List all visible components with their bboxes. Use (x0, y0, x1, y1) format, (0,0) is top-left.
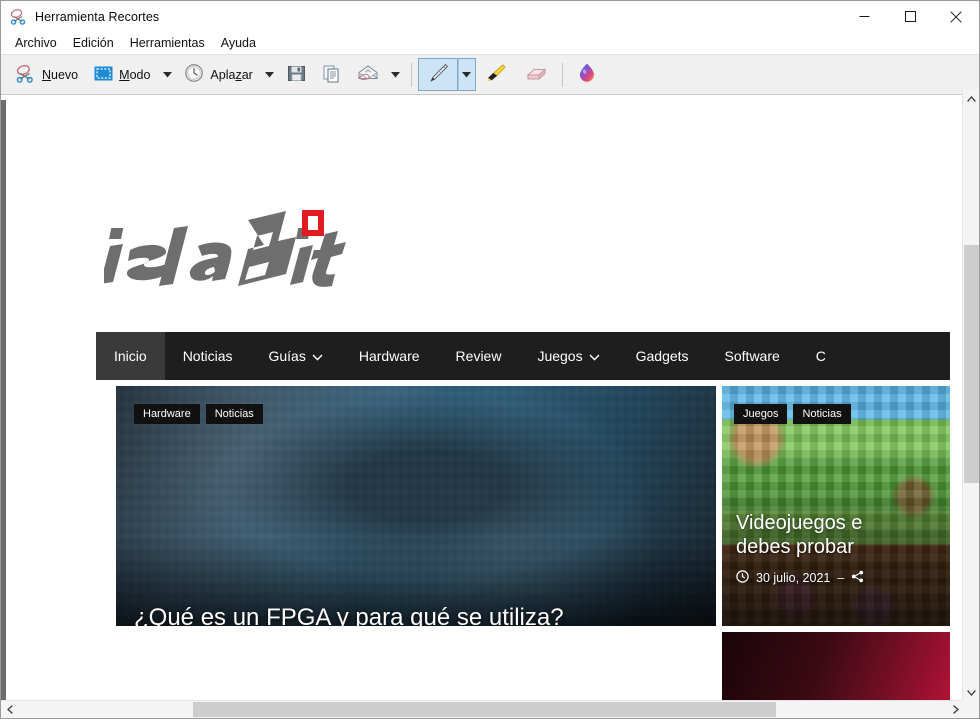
delay-button[interactable]: Aplazar (176, 58, 260, 91)
share-icon[interactable] (851, 570, 864, 586)
nav-item-software[interactable]: Software (707, 332, 798, 380)
card-headline[interactable]: Videojuegos e debes probar (736, 511, 862, 560)
email-dropdown-caret[interactable] (387, 58, 405, 91)
featured-cards: Hardware Noticias ¿Qué es un FPGA y para… (116, 386, 950, 705)
nav-label: Inicio (114, 348, 147, 364)
window-title: Herramienta Recortes (35, 10, 159, 24)
title-bar: Herramienta Recortes (1, 1, 979, 32)
card-date: 30 julio, 2021 (756, 571, 830, 585)
site-logo (104, 206, 354, 301)
nav-item-noticias[interactable]: Noticias (165, 332, 251, 380)
card-headline-line2: debes probar (736, 535, 862, 559)
nav-label: Review (456, 348, 502, 364)
card-tags: Hardware Noticias (134, 404, 263, 424)
minimize-button[interactable] (841, 1, 887, 32)
nav-item-hardware[interactable]: Hardware (341, 332, 438, 380)
chevron-down-icon (589, 348, 600, 364)
highlighter-tool-button[interactable] (476, 58, 516, 91)
nav-label: Hardware (359, 348, 420, 364)
tag-noticias[interactable]: Noticias (793, 404, 850, 424)
copy-pages-icon (322, 64, 341, 86)
menu-herramientas[interactable]: Herramientas (122, 35, 213, 51)
paint-3d-icon (577, 62, 597, 87)
card-tags: Juegos Noticias (734, 404, 851, 424)
snipping-tool-window: Herramienta Recortes Archivo Edición Her… (0, 0, 980, 719)
scroll-down-arrow[interactable] (963, 684, 980, 701)
toolbar-separator-1 (411, 63, 412, 87)
close-button[interactable] (933, 1, 979, 32)
featured-card-side[interactable]: Juegos Noticias Videojuegos e debes prob… (722, 386, 950, 626)
clock-icon (736, 570, 749, 586)
mode-button[interactable]: Modo (86, 58, 158, 91)
envelope-icon (357, 64, 379, 86)
nav-label: Gadgets (636, 348, 689, 364)
tag-noticias[interactable]: Noticias (206, 404, 263, 424)
tag-hardware[interactable]: Hardware (134, 404, 200, 424)
email-button[interactable] (349, 58, 387, 91)
paint-3d-button[interactable] (569, 58, 605, 91)
card-headline[interactable]: ¿Qué es un FPGA y para qué se utiliza? (134, 604, 564, 626)
eraser-tool-button[interactable] (516, 58, 556, 91)
pen-icon (426, 62, 450, 87)
toolbar-separator-2 (562, 63, 563, 87)
scroll-left-arrow[interactable] (1, 701, 18, 718)
card-meta: 30 julio, 2021 – (736, 570, 864, 586)
islabit-logo-mark (104, 206, 354, 301)
window-controls (841, 1, 979, 32)
snip-canvas: Inicio Noticias Guías Hardware Review (1, 95, 979, 705)
toolbar: Nuevo Modo Aplazar (1, 54, 979, 95)
chevron-down-icon (312, 348, 323, 364)
featured-card-third[interactable] (722, 632, 950, 705)
nav-item-juegos[interactable]: Juegos (519, 332, 617, 380)
nav-item-review[interactable]: Review (438, 332, 520, 380)
menu-bar: Archivo Edición Herramientas Ayuda (1, 32, 979, 54)
nav-item-inicio[interactable]: Inicio (96, 332, 165, 380)
vertical-scrollbar[interactable] (962, 90, 979, 701)
new-snip-button[interactable]: Nuevo (7, 58, 86, 91)
horizontal-scroll-thumb[interactable] (193, 702, 776, 717)
eraser-icon (524, 63, 548, 86)
nav-label: Guías (268, 348, 305, 364)
nav-item-guias[interactable]: Guías (250, 332, 340, 380)
selection-rect-icon (94, 66, 113, 84)
pen-dropdown-caret[interactable] (458, 58, 476, 91)
pen-tool-button[interactable] (418, 58, 458, 91)
site-navigation: Inicio Noticias Guías Hardware Review (96, 332, 950, 380)
nav-label: Juegos (537, 348, 582, 364)
highlighter-icon (484, 62, 508, 87)
nav-label: C (816, 348, 826, 364)
copy-button[interactable] (314, 58, 349, 91)
clock-icon (184, 63, 204, 86)
nav-label: Noticias (183, 348, 233, 364)
menu-archivo[interactable]: Archivo (7, 35, 65, 51)
featured-card-main[interactable]: Hardware Noticias ¿Qué es un FPGA y para… (116, 386, 716, 626)
menu-edicion[interactable]: Edición (65, 35, 122, 51)
nav-label: Software (725, 348, 780, 364)
scrollbar-corner (962, 700, 979, 718)
meta-separator: – (837, 571, 844, 585)
card-headline-line1: Videojuegos e (736, 511, 862, 535)
delay-dropdown-caret[interactable] (261, 58, 279, 91)
vertical-scroll-thumb[interactable] (964, 245, 979, 483)
horizontal-scrollbar[interactable] (1, 700, 964, 718)
snipping-tool-icon (9, 7, 28, 26)
tag-juegos[interactable]: Juegos (734, 404, 787, 424)
save-button[interactable] (279, 58, 314, 91)
nav-item-gadgets[interactable]: Gadgets (618, 332, 707, 380)
mode-dropdown-caret[interactable] (158, 58, 176, 91)
delay-label: Aplazar (210, 68, 252, 82)
scissors-icon (15, 63, 36, 87)
captured-webpage: Inicio Noticias Guías Hardware Review (6, 101, 950, 705)
floppy-save-icon (287, 64, 306, 86)
new-snip-label: Nuevo (42, 68, 78, 82)
scroll-up-arrow[interactable] (963, 90, 980, 107)
menu-ayuda[interactable]: Ayuda (213, 35, 264, 51)
nav-item-truncated[interactable]: C (798, 332, 844, 380)
maximize-button[interactable] (887, 1, 933, 32)
mode-label: Modo (119, 68, 150, 82)
